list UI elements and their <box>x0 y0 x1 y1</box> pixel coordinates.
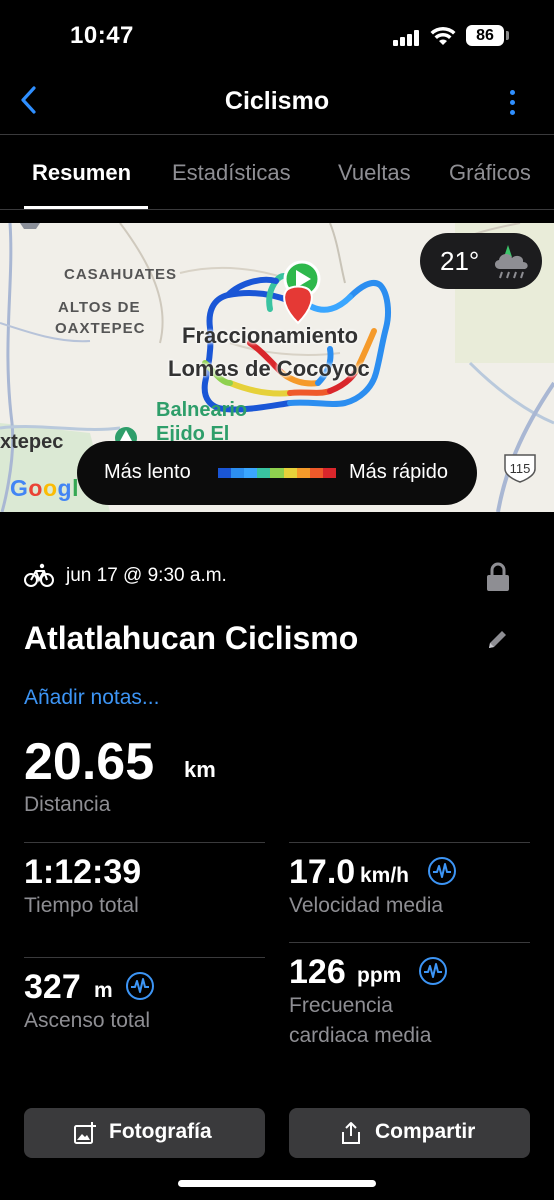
speed-legend-fast-label: Más rápido <box>349 461 448 483</box>
speed-gradient-segment <box>244 468 258 478</box>
status-time: 10:47 <box>70 22 134 49</box>
heart-rate-icon[interactable] <box>427 856 457 886</box>
battery-indicator: 86 <box>466 25 504 46</box>
share-icon <box>342 1122 360 1144</box>
route-map[interactable]: CASAHUATES ALTOS DE OAXTEPEC Fraccionami… <box>0 223 554 512</box>
activity-meta: jun 17 @ 9:30 a.m. <box>24 562 524 592</box>
total-time-value: 1:12:39 <box>24 853 142 891</box>
map-label: Lomas de Cocoyoc <box>168 356 370 381</box>
wifi-icon <box>430 26 456 45</box>
distance-unit: km <box>184 757 216 782</box>
road-shield-label: 115 <box>510 461 531 476</box>
activity-date: jun 17 @ 9:30 a.m. <box>66 565 227 586</box>
speed-gradient-segment <box>309 468 323 478</box>
speed-gradient-segment <box>257 468 271 478</box>
avg-hr-value: 126 <box>289 953 346 991</box>
tab-resumen[interactable]: Resumen <box>32 160 131 186</box>
add-photo-icon <box>74 1122 96 1144</box>
bicycle-icon <box>24 563 54 587</box>
road-shield-icon: 115 <box>504 454 536 483</box>
share-button[interactable]: Compartir <box>289 1108 530 1158</box>
photo-button-label: Fotografía <box>109 1120 212 1143</box>
map-label: OAXTEPEC <box>55 320 146 337</box>
pencil-icon[interactable] <box>486 627 510 651</box>
divider <box>0 134 554 135</box>
map-label: Fraccionamiento <box>182 323 359 348</box>
vertical-ellipsis-icon[interactable] <box>498 84 528 120</box>
map-label: CASAHUATES <box>64 266 178 283</box>
divider <box>289 942 530 943</box>
speed-legend-slow-label: Más lento <box>104 461 191 483</box>
map-label: xtepec <box>0 431 64 453</box>
avg-speed-label: Velocidad media <box>289 894 444 917</box>
speed-gradient-segment <box>296 468 310 478</box>
lock-icon[interactable] <box>485 562 511 592</box>
add-notes-link[interactable]: Añadir notas... <box>24 686 159 710</box>
speed-gradient-segment <box>270 468 284 478</box>
ascent-unit: m <box>94 979 113 1002</box>
map-label: Balneario <box>156 399 248 421</box>
nav-bar: Ciclismo <box>0 74 554 136</box>
distance-label: Distancia <box>24 793 111 816</box>
page-title: Ciclismo <box>224 87 330 115</box>
divider <box>0 209 554 210</box>
heart-rate-icon[interactable] <box>125 971 155 1001</box>
divider <box>289 842 530 843</box>
tab-estadisticas[interactable]: Estadísticas <box>172 160 291 186</box>
avg-hr-label-line1: Frecuencia <box>289 994 393 1017</box>
ascent-label: Ascenso total <box>24 1009 151 1032</box>
avg-hr-label-line2: cardiaca media <box>289 1024 432 1047</box>
ascent-value: 327 <box>24 968 81 1006</box>
photo-button[interactable]: Fotografía <box>24 1108 265 1158</box>
map-label: ALTOS DE <box>58 299 141 316</box>
cloud-rain-icon <box>494 245 528 279</box>
speed-gradient-segment <box>322 468 336 478</box>
weather-temperature: 21° <box>440 246 480 276</box>
tab-vueltas[interactable]: Vueltas <box>338 160 411 186</box>
cellular-signal-icon <box>393 30 419 46</box>
avg-speed-unit: km/h <box>360 864 410 887</box>
battery-tip <box>506 31 509 40</box>
home-indicator <box>178 1180 376 1187</box>
google-logo: Googl <box>10 475 79 501</box>
speed-gradient-segment <box>283 468 297 478</box>
total-time-label: Tiempo total <box>24 894 139 917</box>
divider <box>24 957 265 958</box>
heart-rate-icon[interactable] <box>418 956 448 986</box>
speed-gradient-segment <box>218 468 232 478</box>
activity-title: Atlatlahucan Ciclismo <box>24 620 359 656</box>
avg-hr-unit: ppm <box>357 964 402 987</box>
divider <box>24 842 265 843</box>
avg-speed-value: 17.0 <box>289 853 356 891</box>
share-button-label: Compartir <box>375 1120 476 1143</box>
speed-gradient-bar <box>218 468 336 478</box>
distance-value: 20.65 <box>24 733 155 791</box>
status-bar: 10:47 86 <box>0 0 554 74</box>
tab-graficos[interactable]: Gráficos <box>449 160 531 186</box>
tab-bar: Resumen Estadísticas Vueltas Gráficos <box>0 136 554 210</box>
speed-gradient-segment <box>231 468 245 478</box>
speed-legend: Más lento Más rápido <box>77 441 477 505</box>
weather-chip[interactable]: 21° <box>420 233 542 289</box>
